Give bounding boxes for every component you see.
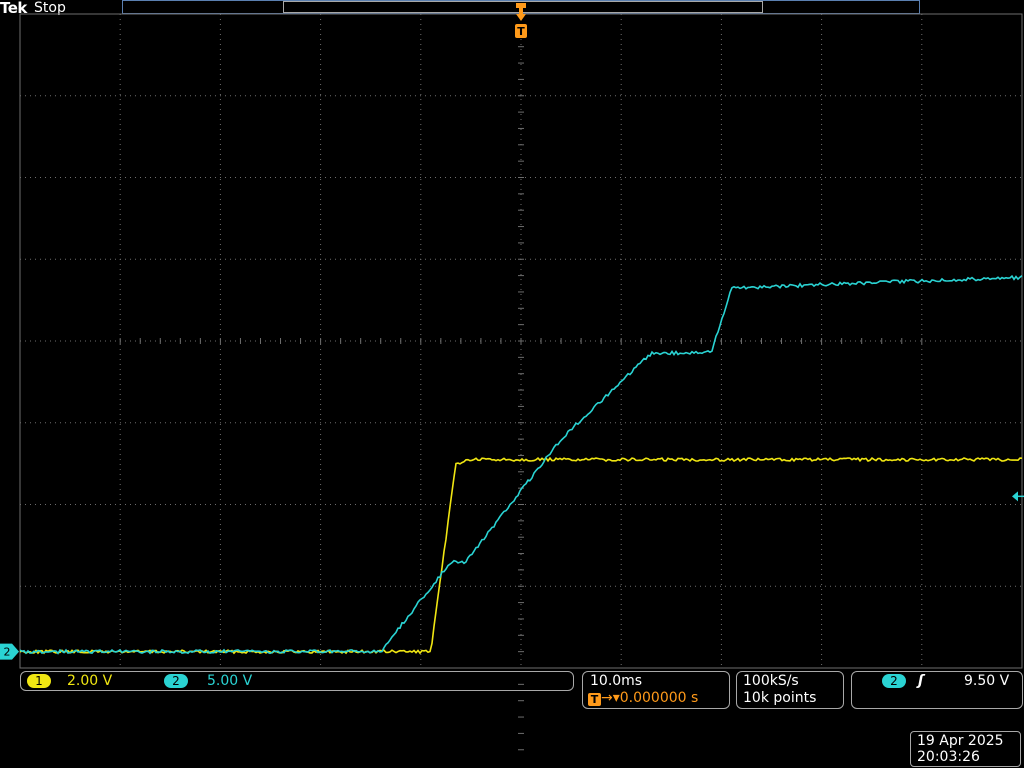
trigger-level: 9.50 V	[964, 673, 1010, 689]
ch2-ground-marker-label: 2	[4, 646, 11, 659]
timebase-value: 10.0ms	[590, 673, 643, 689]
rising-edge-icon: ʃ	[918, 673, 924, 689]
datetime-box: 19 Apr 2025 20:03:26	[910, 731, 1021, 767]
trigger-marker-label: T	[517, 25, 525, 38]
graticule	[19, 13, 1023, 751]
trigger-position-value: →▾0.000000 s	[601, 690, 699, 706]
trigger-source-badge: 2	[882, 674, 906, 688]
trigger-position: T →▾0.000000 s	[588, 690, 698, 706]
date: 19 Apr 2025	[917, 733, 1004, 749]
record-length: 10k points	[743, 690, 817, 706]
trigger-position-arrow-icon	[516, 3, 526, 21]
acquisition-readout[interactable]: 100kS/s 10k points	[736, 671, 844, 709]
ch1-badge[interactable]: 1	[27, 674, 51, 688]
time: 20:03:26	[917, 749, 980, 765]
trigger-level-marker-icon[interactable]	[1012, 491, 1018, 502]
ch1-scale: 2.00 V	[67, 673, 113, 689]
trigger-readout[interactable]: 2 ʃ 9.50 V	[851, 671, 1023, 709]
waveform-display: T2	[0, 3, 1024, 751]
trigger-icon: T	[588, 693, 601, 706]
ch2-badge[interactable]: 2	[164, 674, 188, 688]
ch2-scale: 5.00 V	[207, 673, 253, 689]
sample-rate: 100kS/s	[743, 673, 799, 689]
ch1-waveform	[19, 456, 1023, 655]
horizontal-readout[interactable]: 10.0ms T →▾0.000000 s	[582, 671, 730, 709]
channel-readout[interactable]: 1 2.00 V 2 5.00 V	[20, 671, 574, 691]
